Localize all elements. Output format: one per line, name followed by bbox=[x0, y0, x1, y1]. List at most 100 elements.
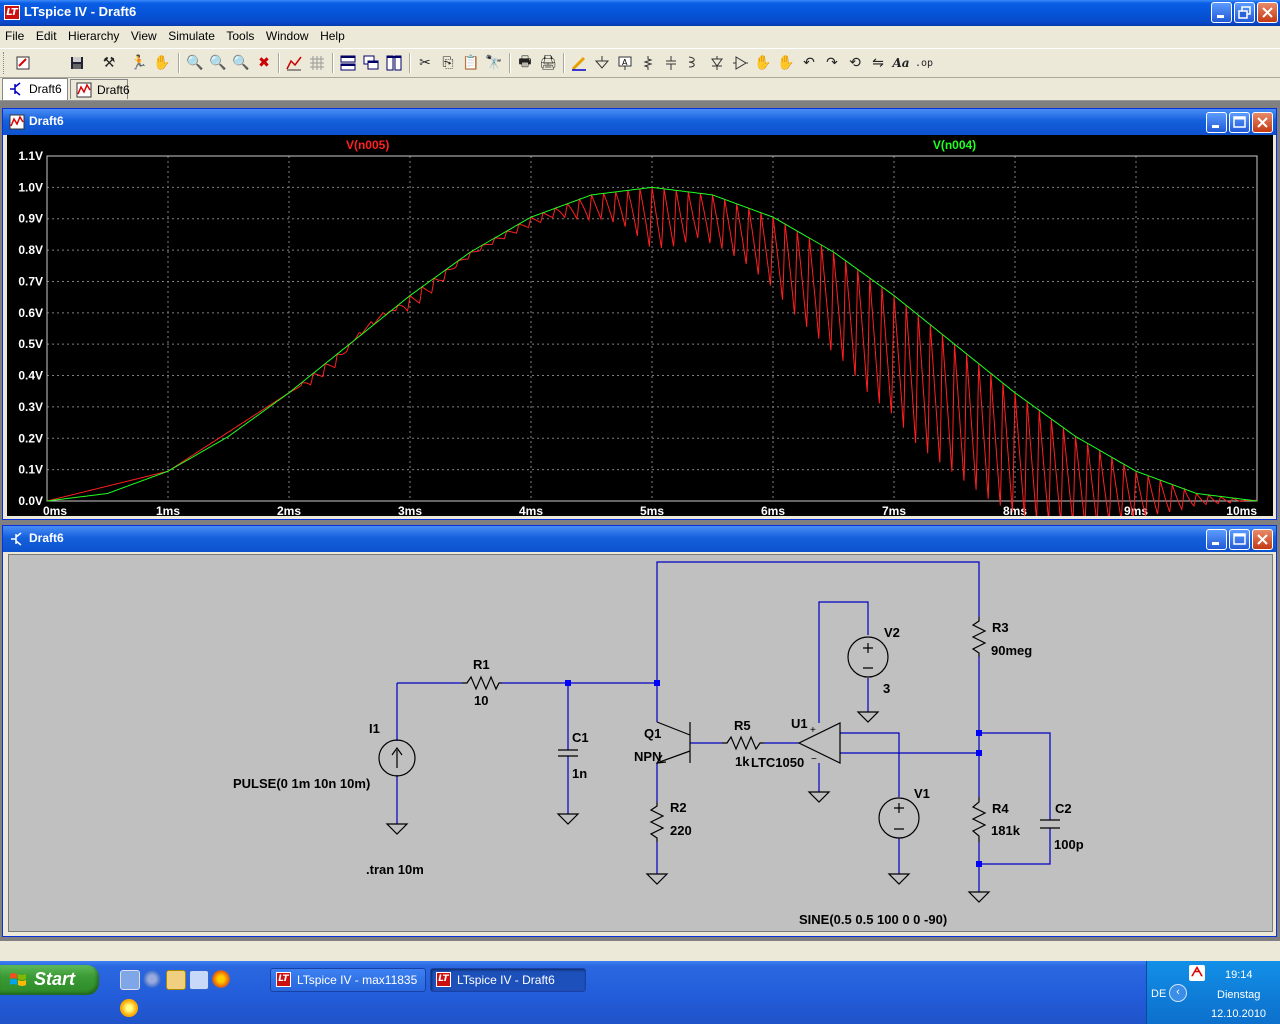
component-icon[interactable] bbox=[729, 53, 751, 73]
resistor-r5[interactable] bbox=[722, 735, 764, 751]
plot-maximize-button[interactable] bbox=[1229, 112, 1250, 133]
capacitor-c1[interactable] bbox=[558, 749, 578, 757]
run-icon[interactable]: 🏃 bbox=[128, 53, 150, 73]
schematic-canvas[interactable]: + − R1 10 I1 PULSE(0 1m 10n 10m) C1 1n Q… bbox=[8, 554, 1273, 932]
wire bbox=[818, 601, 869, 723]
antivirus-icon[interactable]: ᗅ bbox=[1189, 965, 1205, 981]
r4-ref-label: R4 bbox=[992, 801, 1009, 816]
schematic-drawing[interactable]: + − R1 10 I1 PULSE(0 1m 10n 10m) C1 1n Q… bbox=[9, 555, 1272, 931]
control-panel-icon[interactable]: ⚒ bbox=[98, 53, 120, 73]
main-title-bar[interactable]: LT LTspice IV - Draft6 bbox=[0, 0, 1280, 26]
waveform-chart[interactable]: 0ms 1ms 2ms 3ms 4ms 5ms 6ms 7ms 8ms 9ms 10ms0.0V0.… bbox=[7, 135, 1273, 526]
move-icon[interactable]: ✋ bbox=[752, 53, 774, 73]
resistor-r2[interactable] bbox=[649, 802, 665, 842]
toolbar-grip[interactable] bbox=[3, 52, 7, 74]
undo-icon[interactable]: ↶ bbox=[798, 53, 820, 73]
minimize-button[interactable] bbox=[1211, 2, 1232, 23]
restore-icon bbox=[1238, 6, 1251, 19]
close-button[interactable] bbox=[1257, 2, 1278, 23]
plot-close-button[interactable] bbox=[1252, 112, 1273, 133]
internet-explorer-icon[interactable] bbox=[143, 970, 161, 988]
capacitor-icon[interactable] bbox=[660, 53, 682, 73]
menu-simulate[interactable]: Simulate bbox=[163, 27, 218, 43]
menu-file[interactable]: File bbox=[0, 27, 27, 43]
explorer-icon[interactable] bbox=[166, 970, 186, 990]
clock-time[interactable]: 19:14 bbox=[1225, 969, 1253, 981]
inductor-icon[interactable] bbox=[683, 53, 705, 73]
waveform-window-title: Draft6 bbox=[29, 114, 64, 128]
new-schematic-icon[interactable] bbox=[12, 53, 34, 73]
waveform-window: Draft6 0ms 1ms 2ms 3ms 4ms 5ms 6ms 7ms 8ms 9ms 10m… bbox=[2, 108, 1277, 526]
schematic-close-button[interactable] bbox=[1252, 529, 1273, 550]
x-tick-label: 2ms bbox=[277, 504, 301, 516]
schematic-minimize-button[interactable] bbox=[1206, 529, 1227, 550]
clock-day: Dienstag bbox=[1217, 989, 1261, 1001]
chevron-left-icon[interactable]: ‹ bbox=[1169, 984, 1187, 1002]
save-icon[interactable] bbox=[66, 53, 88, 73]
plot-minimize-button[interactable] bbox=[1206, 112, 1227, 133]
r1-ref-label: R1 bbox=[473, 657, 490, 672]
menu-edit[interactable]: Edit bbox=[31, 27, 60, 43]
halt-icon[interactable]: ✋ bbox=[151, 53, 173, 73]
diode-icon[interactable] bbox=[706, 53, 728, 73]
zoom-cancel-icon[interactable]: ✖ bbox=[253, 53, 275, 73]
cascade-icon[interactable] bbox=[360, 53, 382, 73]
tran-directive[interactable]: .tran 10m bbox=[366, 862, 424, 877]
task-button-max11835[interactable]: LT LTspice IV - max11835 bbox=[270, 968, 426, 992]
redo-icon[interactable]: ↷ bbox=[821, 53, 843, 73]
tile-vertical-icon[interactable] bbox=[383, 53, 405, 73]
resistor-r4[interactable] bbox=[971, 797, 987, 842]
drag-icon[interactable]: ✋ bbox=[775, 53, 797, 73]
menu-hierarchy[interactable]: Hierarchy bbox=[63, 27, 122, 43]
find-icon[interactable]: 🔭 bbox=[483, 53, 505, 73]
start-button[interactable]: Start bbox=[0, 965, 99, 995]
tile-horizontal-icon[interactable] bbox=[337, 53, 359, 73]
menu-help[interactable]: Help bbox=[315, 27, 348, 43]
resistor-r1[interactable] bbox=[462, 675, 502, 691]
show-desktop-icon[interactable] bbox=[120, 970, 140, 990]
media-player-icon[interactable] bbox=[120, 999, 138, 1017]
ground-icon[interactable] bbox=[591, 53, 613, 73]
paste-icon[interactable]: 📋 bbox=[460, 53, 482, 73]
waveform-window-title-bar[interactable]: Draft6 bbox=[3, 109, 1276, 135]
ground-symbol bbox=[887, 873, 911, 885]
junction bbox=[976, 861, 982, 867]
autorange-icon[interactable] bbox=[283, 53, 305, 73]
language-indicator[interactable]: DE bbox=[1151, 988, 1166, 1000]
zoom-out-icon[interactable]: 🔍 bbox=[230, 53, 252, 73]
grid-icon[interactable] bbox=[306, 53, 328, 73]
resistor-icon[interactable] bbox=[637, 53, 659, 73]
tab-waveform[interactable]: Draft6 bbox=[70, 79, 130, 99]
schematic-window-title-bar[interactable]: Draft6 bbox=[3, 526, 1276, 552]
print-icon[interactable]: 🖨 bbox=[537, 53, 559, 73]
zoom-in-icon[interactable]: 🔍 bbox=[184, 53, 206, 73]
resistor-r3[interactable] bbox=[971, 617, 987, 657]
firefox-icon[interactable] bbox=[212, 970, 230, 988]
copy-icon[interactable]: ⎘ bbox=[437, 53, 459, 73]
capacitor-c2[interactable] bbox=[1040, 819, 1060, 829]
legend-v-n004: V(n004) bbox=[933, 138, 976, 152]
mirror-icon[interactable]: ⇋ bbox=[867, 53, 889, 73]
menu-tools[interactable]: Tools bbox=[221, 27, 257, 43]
draw-wire-icon[interactable] bbox=[568, 53, 590, 73]
text-icon[interactable]: Aa bbox=[890, 53, 912, 73]
zoom-full-icon[interactable]: 🔍 bbox=[207, 53, 229, 73]
label-net-icon[interactable]: A bbox=[614, 53, 636, 73]
restore-button[interactable] bbox=[1234, 2, 1255, 23]
outlook-icon[interactable] bbox=[189, 970, 209, 990]
transistor-q1[interactable] bbox=[656, 721, 691, 764]
rotate-icon[interactable]: ⟲ bbox=[844, 53, 866, 73]
spice-directive-icon[interactable]: .op bbox=[913, 53, 935, 73]
plot-area[interactable]: 0ms 1ms 2ms 3ms 4ms 5ms 6ms 7ms 8ms 9ms 10ms 0.0V 0.… bbox=[7, 135, 1273, 526]
print-preview-icon[interactable]: 🖶 bbox=[514, 53, 536, 73]
system-tray: DE ‹ ᗅ 19:14 Dienstag 12.10.2010 bbox=[1146, 961, 1280, 1024]
cut-icon[interactable]: ✂ bbox=[414, 53, 436, 73]
y-tick-label: 1.0V bbox=[18, 180, 43, 194]
task-button-draft6[interactable]: LT LTspice IV - Draft6 bbox=[430, 968, 586, 992]
menu-window[interactable]: Window bbox=[261, 27, 312, 43]
junction bbox=[654, 680, 660, 686]
schematic-maximize-button[interactable] bbox=[1229, 529, 1250, 550]
menu-view[interactable]: View bbox=[126, 27, 160, 43]
wire bbox=[840, 732, 900, 874]
tab-schematic[interactable]: Draft6 bbox=[2, 78, 68, 100]
